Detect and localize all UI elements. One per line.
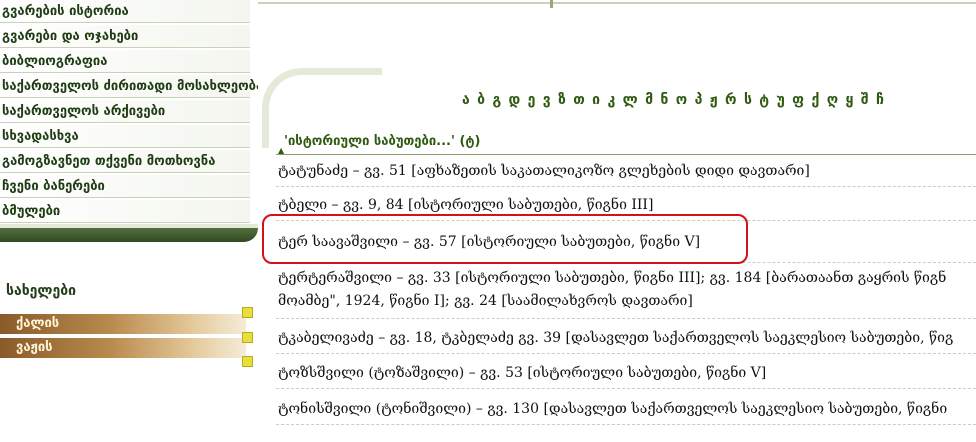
alphabet-letter[interactable]: ფ [792,92,804,108]
alphabet-letter[interactable]: მ [645,92,653,108]
bullet-square-icon [242,356,253,367]
list-item: ტოზსშვილი (ტოზაშვილი) – გვ. 53 [ისტორიულ… [278,362,976,385]
alphabet-letter[interactable]: ე [528,92,536,108]
entry-text: ტოზსშვილი (ტოზაშვილი) – გვ. 53 [ისტორიულ… [278,365,767,381]
alphabet-letter[interactable]: ჟ [710,92,718,108]
bullet-square-icon [242,332,253,343]
alphabet-letter[interactable]: ნ [660,92,668,108]
alphabet-letter[interactable]: შ [861,92,869,108]
sub-item-female[interactable]: ქალის [0,314,246,334]
sidebar-item-links[interactable]: ბმულები [0,200,250,223]
bullet-square-icon [242,307,253,318]
alphabet-letter[interactable]: ი [592,92,600,108]
alphabet-letter[interactable]: ო [676,92,687,108]
sidebar-item-send-request[interactable]: გამოგზავნეთ თქვენი მოთხოვნა [0,150,250,173]
entry-text: ტერტერაშვილი – გვ. 33 [ისტორიული საბუთებ… [278,270,947,286]
alphabet-nav: აბგდევზთიკლმნოპჟრსტუფქღყშჩ [462,92,891,108]
menu-bottom-bar [0,228,258,242]
list-item: ტონისშვილი (ტონიშვილი) – გვ. 130 [დასავლ… [278,398,976,421]
alphabet-letter[interactable]: ა [462,92,470,108]
alphabet-letter[interactable]: ზ [558,92,566,108]
alphabet-letter[interactable]: ს [744,92,752,108]
sidebar-item-surname-history[interactable]: გვარების ისტორია [0,0,250,23]
divider [276,318,976,319]
alphabet-letter[interactable]: ლ [623,92,638,108]
divider [276,353,976,354]
alphabet-letter[interactable]: კ [607,92,615,108]
heading-rule [276,154,976,155]
divider [276,186,976,187]
list-item: ტკაბელივაძე – გვ. 18, ტკბელაძე გვ. 39 [დ… [278,327,976,350]
entry-text: ტატუნაძე – გვ. 51 [აფხაზეთის საკათალიკოზ… [278,163,810,179]
sidebar-item-bibliography[interactable]: ბიბლიოგრაფია [0,50,250,73]
list-item: ტერტერაშვილი – გვ. 33 [ისტორიული საბუთებ… [278,267,976,313]
alphabet-letter[interactable]: ბ [477,92,485,108]
highlight-box [262,214,748,264]
sidebar: გვარების ისტორია გვარები და ოჯახები ბიბლ… [0,0,258,442]
sub-item-male[interactable]: ვაჟის [0,338,246,358]
entry-text: მოამბე", 1924, წიგნი I]; გვ. 24 [საამილა… [278,293,693,309]
sidebar-item-archives[interactable]: საქართველოს არქივები [0,100,250,123]
alphabet-letter[interactable]: ჩ [876,92,884,108]
alphabet-letter[interactable]: თ [573,92,585,108]
divider [276,388,976,389]
sidebar-item-miscellaneous[interactable]: სხვადასხვა [0,125,250,148]
alphabet-letter[interactable]: ტ [759,92,769,108]
entry-text: ტკაბელივაძე – გვ. 18, ტკბელაძე გვ. 39 [დ… [278,330,954,346]
top-tick [550,0,553,8]
alphabet-letter[interactable]: უ [777,92,785,108]
page-heading: 'ისტორიული საბუთები...' (ტ) [284,134,481,149]
sidebar-item-main-population[interactable]: საქართველოს ძირითადი მოსახლეობა [0,75,258,98]
alphabet-letter[interactable]: ღ [827,92,838,108]
alphabet-letter[interactable]: გ [492,92,501,108]
alphabet-letter[interactable]: რ [725,92,737,108]
alphabet-letter[interactable]: ქ [812,92,820,108]
alphabet-letter[interactable]: ყ [846,92,854,108]
alphabet-letter[interactable]: დ [509,92,521,108]
divider [276,424,976,425]
alphabet-letter[interactable]: პ [695,92,703,108]
sidebar-item-surnames-families[interactable]: გვარები და ოჯახები [0,25,250,48]
alphabet-letter[interactable]: ვ [543,92,551,108]
list-item: ტატუნაძე – გვ. 51 [აფხაზეთის საკათალიკოზ… [278,160,976,183]
entry-text: ტონისშვილი (ტონიშვილი) – გვ. 130 [დასავლ… [278,401,948,417]
top-divider [258,2,976,4]
sidebar-item-banners[interactable]: ჩვენი ბანერები [0,175,250,198]
names-section-title: სახელები [6,283,77,299]
